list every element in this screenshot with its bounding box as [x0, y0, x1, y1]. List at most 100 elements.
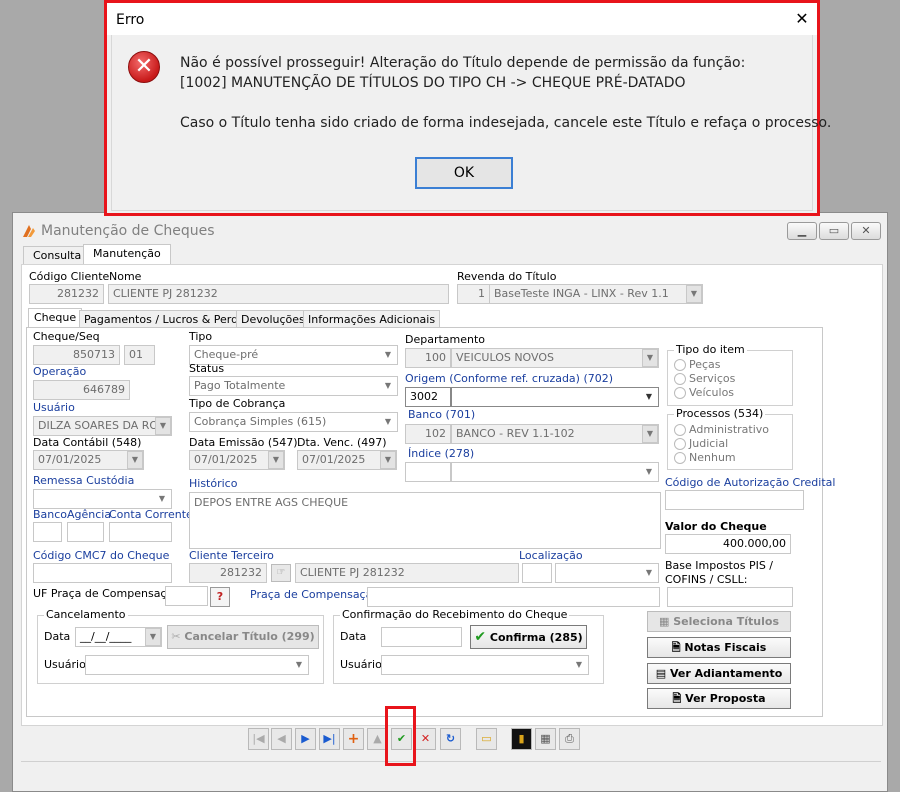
base-impostos-field[interactable]: [667, 587, 793, 607]
radio-nenhum[interactable]: Nenhum: [674, 451, 736, 464]
localizacao-label[interactable]: Localização: [519, 549, 583, 562]
confirma-button[interactable]: ✔ Confirma (285): [470, 625, 587, 649]
seq-field[interactable]: 01: [124, 345, 155, 365]
report-icon[interactable]: ▦: [535, 728, 556, 750]
cod-autorizacao-field[interactable]: [665, 490, 804, 510]
nome-field[interactable]: CLIENTE PJ 281232: [108, 284, 449, 304]
usuario-label[interactable]: Usuário: [33, 401, 75, 414]
conta-label[interactable]: Conta Corrente: [109, 508, 193, 521]
notas-fiscais-button[interactable]: 🗎 Notas Fiscais: [647, 637, 791, 658]
cancel-data-field[interactable]: __/__/____ ▼: [75, 627, 162, 647]
maximize-button[interactable]: ▭: [819, 222, 849, 240]
cmc7-field[interactable]: [33, 563, 172, 583]
cmc7-label[interactable]: Código CMC7 do Cheque: [33, 549, 169, 562]
banco-label[interactable]: Banco: [33, 508, 67, 521]
banco-field[interactable]: [33, 522, 62, 542]
status-value: Pago Totalmente: [194, 379, 286, 392]
revenda-select[interactable]: BaseTeste INGA - LINX - Rev 1.1 ▼: [489, 284, 703, 304]
exit-door-icon[interactable]: ▮: [511, 728, 532, 750]
minimize-button[interactable]: ▁: [787, 222, 817, 240]
dta-venc-field[interactable]: 07/01/2025 ▼: [297, 450, 397, 470]
next-record-icon[interactable]: ▶: [295, 728, 316, 750]
chevron-down-icon[interactable]: ▼: [127, 451, 143, 469]
origem-num-field[interactable]: 3002: [405, 387, 451, 407]
folder-icon[interactable]: ▭: [476, 728, 497, 750]
cancel-edit-icon[interactable]: ✕: [415, 728, 436, 750]
uf-praca-field[interactable]: [165, 586, 208, 606]
first-record-icon[interactable]: |◀: [248, 728, 269, 750]
cliente-terceiro-num-field[interactable]: 281232: [189, 563, 267, 583]
chevron-down-icon[interactable]: ▼: [268, 451, 284, 469]
cliente-terceiro-label[interactable]: Cliente Terceiro: [189, 549, 274, 562]
data-contabil-value: 07/01/2025: [38, 453, 102, 466]
historico-field[interactable]: DEPOS ENTRE AGS CHEQUE: [189, 492, 661, 549]
seleciona-titulos-button[interactable]: ▦ Seleciona Títulos: [647, 611, 791, 632]
historico-label[interactable]: Histórico: [189, 477, 237, 490]
operacao-label[interactable]: Operação: [33, 365, 86, 378]
operacao-field[interactable]: 646789: [33, 380, 130, 400]
close-icon[interactable]: ✕: [793, 9, 811, 29]
radio-veiculos[interactable]: Veículos: [674, 386, 734, 399]
cod-autorizacao-label[interactable]: Código de Autorização Credital: [665, 476, 835, 489]
add-record-icon[interactable]: +: [343, 728, 364, 750]
revenda-num-field[interactable]: 1: [457, 284, 490, 304]
conta-field[interactable]: [109, 522, 172, 542]
cliente-terceiro-field[interactable]: CLIENTE PJ 281232: [295, 563, 519, 583]
chevron-down-icon[interactable]: ▼: [380, 451, 396, 469]
tipo-cobranca-select[interactable]: Cobrança Simples (615) ▼: [189, 412, 398, 432]
praca-field[interactable]: [367, 587, 660, 607]
indice-label[interactable]: Índice (278): [408, 447, 474, 460]
agencia-field[interactable]: [67, 522, 104, 542]
tab-informacoes[interactable]: Informações Adicionais: [303, 310, 441, 328]
radio-pecas[interactable]: Peças: [674, 358, 721, 371]
indice-select[interactable]: ▼: [451, 462, 659, 482]
cancel-usuario-select[interactable]: ▼: [85, 655, 309, 675]
tab-cheque[interactable]: Cheque: [28, 308, 83, 328]
tab-pagamentos[interactable]: Pagamentos / Lucros & Perdas: [79, 310, 256, 328]
remessa-select[interactable]: ▼: [33, 489, 172, 509]
close-window-button[interactable]: ✕: [851, 222, 881, 240]
departamento-num-field[interactable]: 100: [405, 348, 451, 368]
usuario-select[interactable]: DILZA SOARES DA ROC ▼: [33, 416, 172, 436]
banco701-label[interactable]: Banco (701): [408, 408, 475, 421]
confirm-data-field[interactable]: [381, 627, 462, 647]
ver-adiantamento-button[interactable]: ▤ Ver Adiantamento: [647, 663, 791, 684]
tab-manutencao[interactable]: Manutenção: [83, 244, 171, 265]
search-client-icon[interactable]: ☞: [271, 564, 291, 582]
cancelar-titulo-button[interactable]: ✂ Cancelar Título (299): [167, 625, 319, 649]
origem-select[interactable]: ▼: [451, 387, 659, 407]
chevron-down-icon: ▼: [295, 660, 303, 669]
last-record-icon[interactable]: ▶|: [319, 728, 340, 750]
data-emissao-field[interactable]: 07/01/2025 ▼: [189, 450, 285, 470]
cheque-field[interactable]: 850713: [33, 345, 120, 365]
radio-judicial[interactable]: Judicial: [674, 437, 728, 450]
print-icon[interactable]: ⎙: [559, 728, 580, 750]
departamento-select[interactable]: VEICULOS NOVOS ▼: [451, 348, 659, 368]
tab-devolucoes[interactable]: Devoluções: [236, 310, 310, 328]
praca-label[interactable]: Praça de Compensação: [250, 588, 379, 601]
radio-administrativo[interactable]: Administrativo: [674, 423, 769, 436]
help-lookup-icon[interactable]: ?: [210, 587, 230, 607]
tab-consulta[interactable]: Consulta: [23, 246, 92, 265]
localizacao-select[interactable]: ▼: [555, 563, 659, 583]
agencia-label[interactable]: Agência: [67, 508, 111, 521]
status-select[interactable]: Pago Totalmente ▼: [189, 376, 398, 396]
localizacao-code-field[interactable]: [522, 563, 552, 583]
ver-proposta-button[interactable]: 🗎 Ver Proposta: [647, 688, 791, 709]
radio-circle-icon: [674, 359, 686, 371]
radio-servicos[interactable]: Serviços: [674, 372, 735, 385]
codigo-cliente-field[interactable]: 281232: [29, 284, 104, 304]
data-contabil-field[interactable]: 07/01/2025 ▼: [33, 450, 144, 470]
refresh-icon[interactable]: ↻: [440, 728, 461, 750]
valor-cheque-field[interactable]: 400.000,00: [665, 534, 791, 554]
banco701-num-field[interactable]: 102: [405, 424, 451, 444]
previous-record-icon[interactable]: ◀: [271, 728, 292, 750]
origem-label[interactable]: Origem (Conforme ref. cruzada) (702): [405, 372, 613, 385]
banco701-select[interactable]: BANCO - REV 1.1-102 ▼: [451, 424, 659, 444]
chevron-down-icon[interactable]: ▼: [145, 628, 161, 646]
dialog-message-line2: [1002] MANUTENÇÃO DE TÍTULOS DO TIPO CH …: [180, 75, 686, 91]
confirm-usuario-select[interactable]: ▼: [381, 655, 589, 675]
indice-code-field[interactable]: [405, 462, 451, 482]
remessa-label[interactable]: Remessa Custódia: [33, 474, 134, 487]
ok-button[interactable]: OK: [415, 157, 513, 189]
